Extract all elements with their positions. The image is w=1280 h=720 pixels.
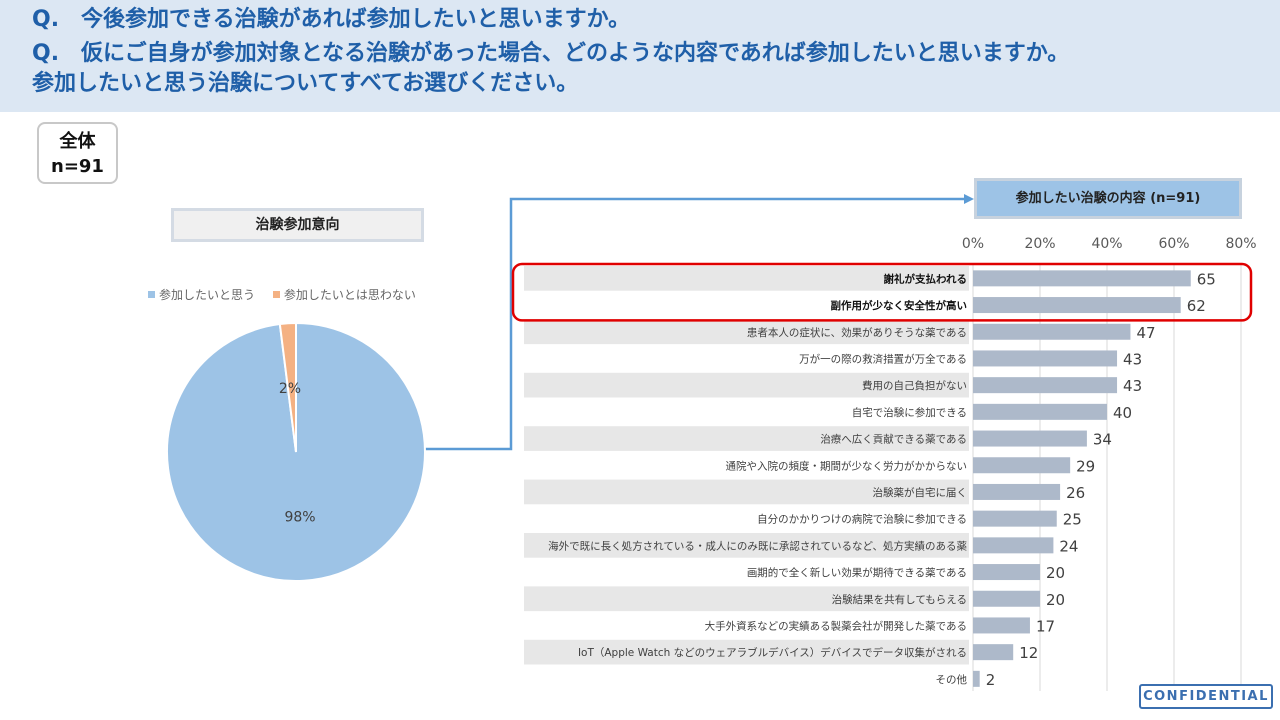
category-label-2: 患者本人の症状に、効果がありそうな薬である — [747, 326, 967, 339]
bar-value-label-11: 20 — [1046, 564, 1065, 582]
connector-arrowhead — [964, 194, 974, 204]
category-label-3: 万が一の際の救済措置が万全である — [799, 352, 967, 365]
bar-value-label-6: 34 — [1093, 431, 1112, 449]
category-label-10: 海外で既に長く処方されている・成人にのみ既に承認されているなど、処方実績のある薬 — [548, 539, 967, 552]
x-tick-label-4: 80% — [1225, 236, 1256, 252]
x-tick-label-0: 0% — [962, 236, 984, 252]
category-label-9: 自分のかかりつけの病院で治験に参加できる — [757, 513, 967, 526]
bar-1 — [973, 297, 1181, 314]
bar-2 — [973, 323, 1131, 340]
x-tick-label-2: 40% — [1091, 236, 1122, 252]
bar-value-label-14: 12 — [1019, 644, 1038, 662]
category-label-6: 治療へ広く貢献できる薬である — [820, 433, 967, 446]
bar-11 — [973, 564, 1040, 581]
bar-14 — [973, 644, 1014, 661]
bar-9 — [973, 510, 1057, 527]
category-label-14: IoT（Apple Watch などのウェアラブルデバイス）デバイスでデータ収集… — [578, 646, 967, 659]
pie-data-label-0: 98% — [284, 509, 315, 525]
bar-3 — [973, 350, 1118, 367]
bar-5 — [973, 403, 1107, 420]
x-tick-label-1: 20% — [1024, 236, 1055, 252]
bar-value-label-10: 24 — [1059, 537, 1078, 555]
bar-12 — [973, 590, 1040, 607]
bar-value-label-7: 29 — [1076, 457, 1095, 475]
bar-value-label-5: 40 — [1113, 404, 1132, 422]
category-label-13: 大手外資系などの実績ある製薬会社が開発した薬である — [705, 619, 967, 632]
bar-15 — [973, 670, 980, 687]
bar-value-label-0: 65 — [1197, 270, 1216, 288]
category-label-5: 自宅で治験に参加できる — [852, 406, 967, 419]
category-label-4: 費用の自己負担がない — [862, 379, 967, 392]
bar-8 — [973, 483, 1061, 500]
bar-value-label-12: 20 — [1046, 591, 1065, 609]
bar-value-label-1: 62 — [1187, 297, 1206, 315]
bar-value-label-9: 25 — [1063, 511, 1082, 529]
bar-value-label-4: 43 — [1123, 377, 1142, 395]
category-label-0: 謝礼が支払われる — [884, 272, 967, 285]
category-label-7: 通院や入院の頻度・期間が少なく労力がかからない — [726, 459, 968, 472]
category-label-11: 画期的で全く新しい効果が期待できる薬である — [747, 566, 967, 579]
bar-value-label-8: 26 — [1066, 484, 1085, 502]
bar-10 — [973, 537, 1054, 554]
bar-13 — [973, 617, 1030, 634]
bar-value-label-13: 17 — [1036, 617, 1055, 635]
chart-canvas: 98% 2% 0% 20% 40% 60% 80% 65 謝礼が支払われる 62 副作用が少なく安全… — [166, 194, 1257, 691]
bar-4 — [973, 377, 1118, 394]
bar-6 — [973, 430, 1087, 447]
category-label-8: 治験薬が自宅に届く — [873, 486, 968, 499]
bar-0 — [973, 270, 1191, 287]
bar-value-label-15: 2 — [986, 671, 996, 689]
pie-data-label-1: 2% — [279, 381, 301, 397]
bar-value-label-3: 43 — [1123, 350, 1142, 368]
confidential-stamp: CONFIDENTIAL — [1139, 684, 1273, 709]
bar-7 — [973, 457, 1071, 474]
category-label-1: 副作用が少なく安全性が高い — [831, 299, 968, 312]
bar-value-label-2: 47 — [1136, 324, 1155, 342]
x-tick-label-3: 60% — [1158, 236, 1189, 252]
category-label-12: 治験結果を共有してもらえる — [832, 593, 967, 606]
category-label-15: その他 — [936, 673, 968, 686]
